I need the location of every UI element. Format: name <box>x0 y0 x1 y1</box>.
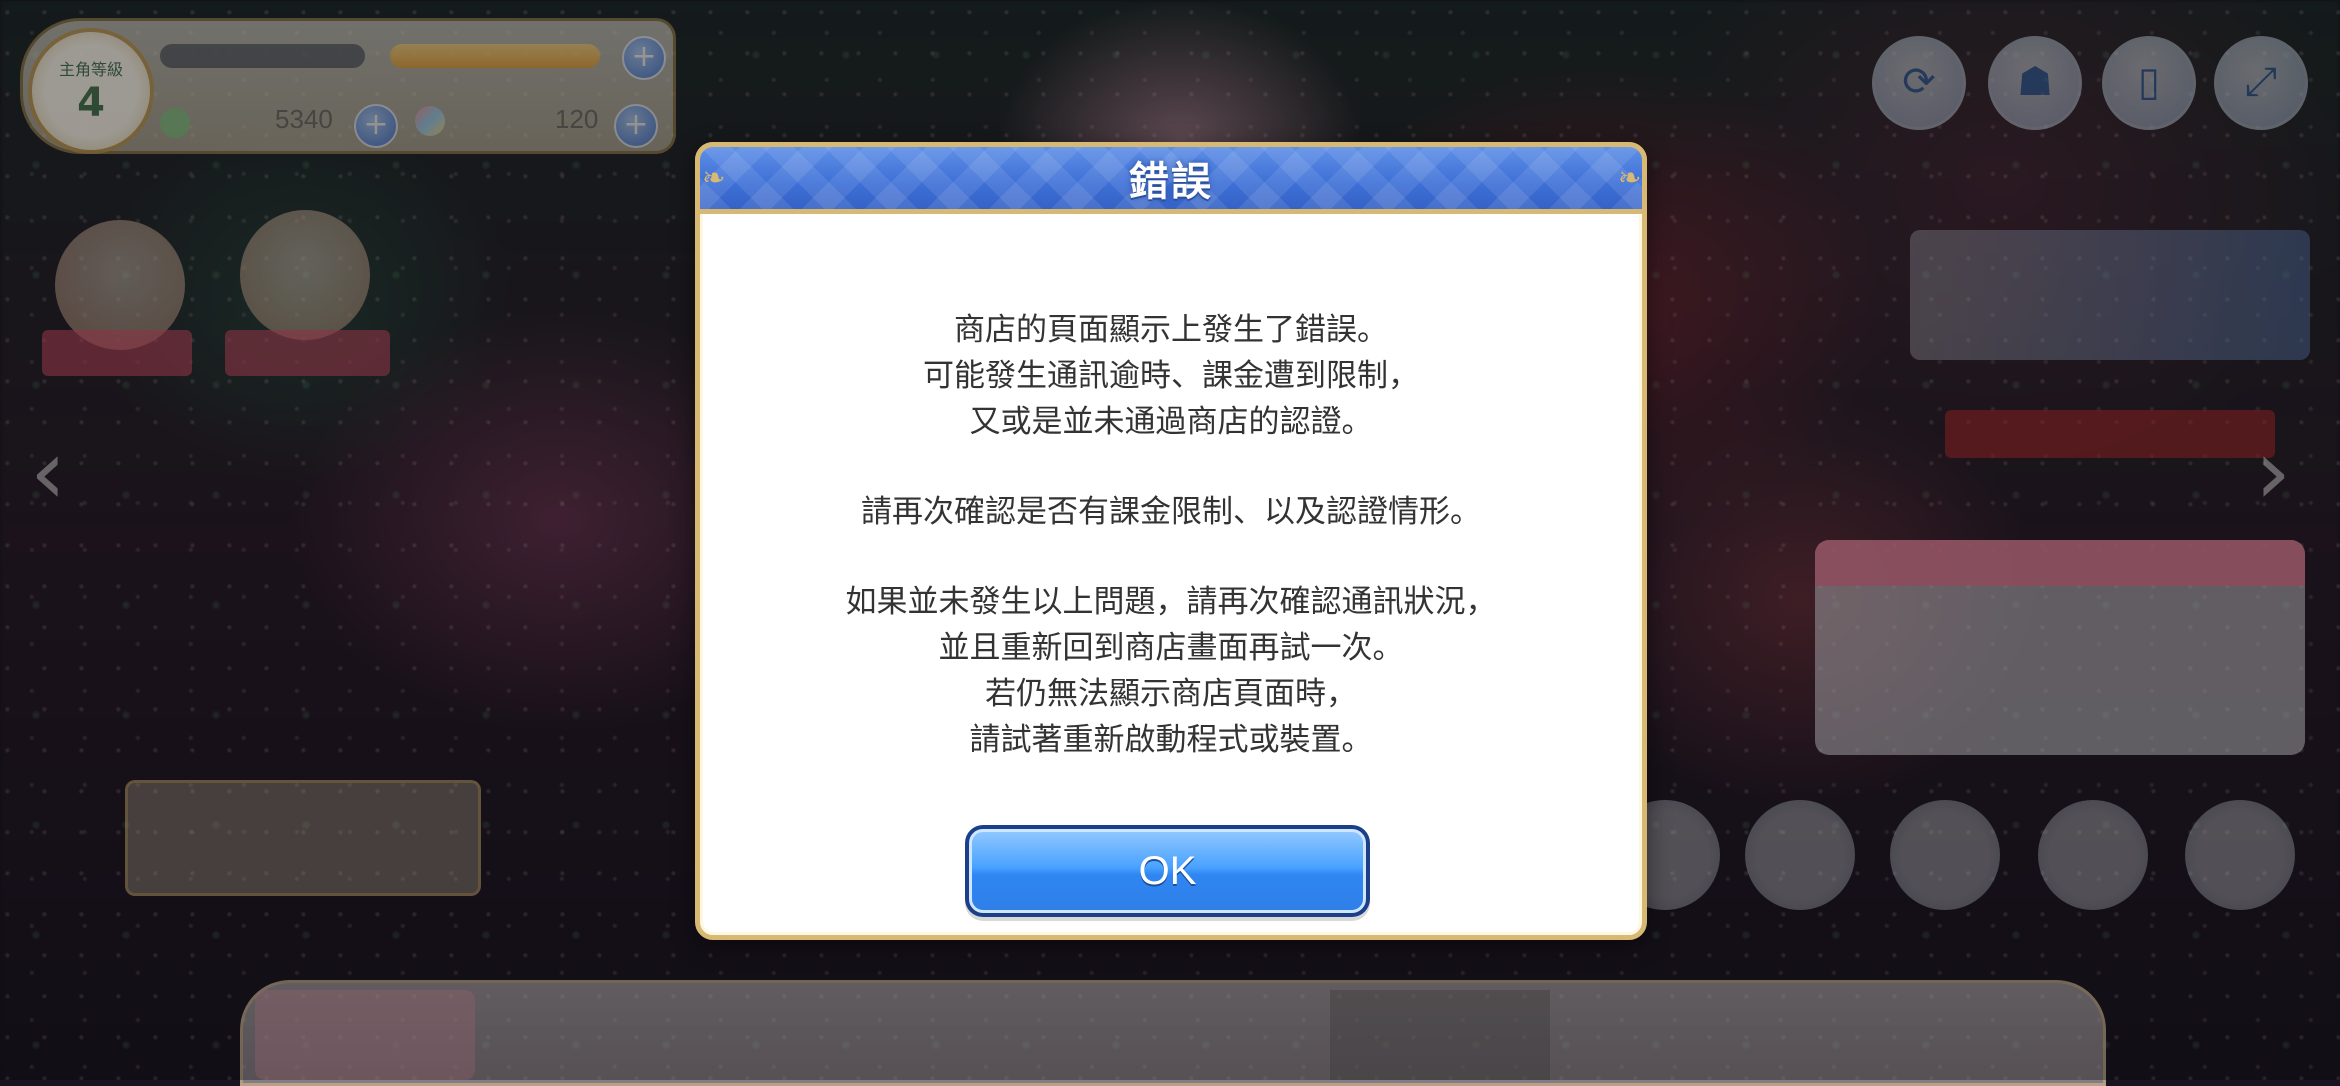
ok-button[interactable]: OK <box>965 825 1370 917</box>
message-line: 商店的頁面顯示上發生了錯誤。 <box>954 312 1388 348</box>
message-line: 可能發生通訊逾時、課金遭到限制， <box>923 358 1419 394</box>
message-line: 請試著重新啟動程式或裝置。 <box>969 722 1373 758</box>
corner-ornament-icon: ❧ <box>1618 161 1642 194</box>
corner-ornament-icon: ❧ <box>702 161 726 194</box>
error-dialog: ❧ 錯誤 ❧ 商店的頁面顯示上發生了錯誤。 可能發生通訊逾時、課金遭到限制， 又… <box>695 142 1647 940</box>
dialog-header: ❧ 錯誤 ❧ <box>695 142 1647 214</box>
dialog-message: 商店的頁面顯示上發生了錯誤。 可能發生通訊逾時、課金遭到限制， 又或是並未通過商… <box>700 307 1642 763</box>
message-line: 請再次確認是否有課金限制、以及認證情形。 <box>861 494 1481 530</box>
message-line: 若仍無法顯示商店頁面時， <box>985 676 1357 712</box>
message-line: 並且重新回到商店畫面再試一次。 <box>938 630 1404 666</box>
message-line: 如果並未發生以上問題，請再次確認通訊狀況， <box>845 584 1497 620</box>
dialog-title: 錯誤 <box>1129 159 1213 205</box>
ok-button-label: OK <box>969 829 1366 913</box>
message-line: 又或是並未通過商店的認證。 <box>969 404 1373 440</box>
